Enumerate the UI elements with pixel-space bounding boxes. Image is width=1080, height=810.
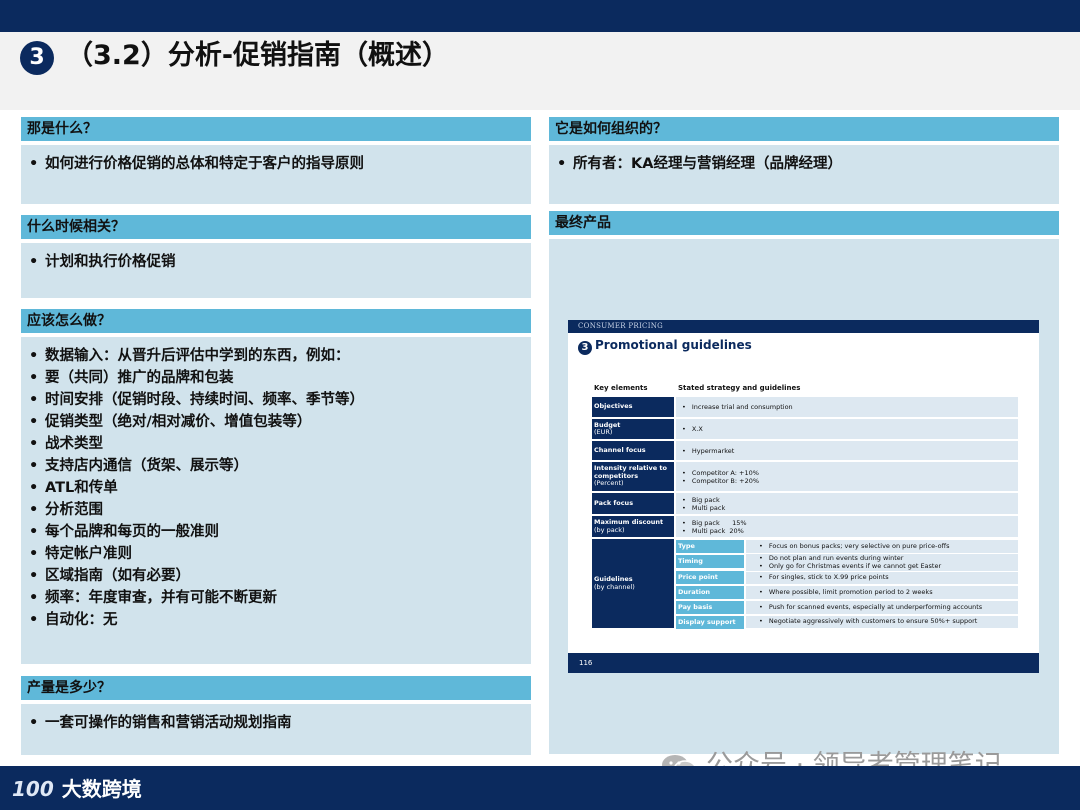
when-list: 计划和执行价格促销 (21, 243, 531, 273)
slide-title-text: Promotional guidelines (595, 338, 752, 352)
list-item: 分析范围 (29, 499, 523, 521)
list-item: 计划和执行价格促销 (29, 251, 523, 273)
final-header: 最终产品 (549, 211, 1059, 235)
list-item: 所有者：KA经理与营销经理（品牌经理） (557, 153, 1051, 175)
output-box: 一套可操作的销售和营销活动规划指南 (21, 704, 531, 755)
key-cell: Budget (EUR) (592, 419, 674, 439)
promo-guidelines-slide: CONSUMER PRICING 3 Promotional guidelines… (568, 320, 1039, 673)
guideline-value: Where possible, limit promotion period t… (746, 586, 1018, 599)
key-cell: Pack focus (592, 493, 674, 514)
what-box: 如何进行价格促销的总体和特定于客户的指导原则 (21, 145, 531, 204)
list-item: 频率：年度审查，并有可能不断更新 (29, 587, 523, 609)
value-cell: Competitor A: +10% Competitor B: +20% (676, 462, 1018, 491)
guideline-value: Negotiate aggressively with customers to… (746, 616, 1018, 628)
guideline-label: Display support (676, 616, 744, 629)
list-item: 支持店内通信（货架、展示等） (29, 455, 523, 477)
when-header: 什么时候相关？ (21, 215, 531, 239)
guideline-value: Push for scanned events, especially at u… (746, 601, 1018, 614)
how-header: 应该怎么做？ (21, 309, 531, 333)
list-item: 如何进行价格促销的总体和特定于客户的指导原则 (29, 153, 523, 175)
list-item: 时间安排（促销时段、持续时间、频率、季节等） (29, 389, 523, 411)
what-list: 如何进行价格促销的总体和特定于客户的指导原则 (21, 145, 531, 175)
slide-page-number: 116 (568, 653, 1039, 673)
org-box: 所有者：KA经理与营销经理（品牌经理） (549, 145, 1059, 204)
top-banner (0, 0, 1080, 32)
key-cell: Objectives (592, 397, 674, 417)
slide-top-label: CONSUMER PRICING (568, 320, 1039, 333)
slide-title: 3 Promotional guidelines (578, 337, 752, 355)
value-cell: X.X (676, 419, 1018, 439)
section-number-badge: 3 (20, 41, 54, 75)
key-cell: Maximum discount (by pack) (592, 516, 674, 537)
list-item: 一套可操作的销售和营销活动规划指南 (29, 712, 523, 734)
list-item: 区域指南（如有必要） (29, 565, 523, 587)
value-cell: Big pack 15% Multi pack 20% (676, 516, 1018, 537)
value-cell: Hypermarket (676, 441, 1018, 460)
brand-logo: 100 (12, 777, 54, 801)
bottom-banner (0, 766, 1080, 810)
key-cell: Intensity relative to competitors (Percen… (592, 462, 674, 491)
key-cell: Guidelines (by channel) (592, 539, 674, 628)
value-cell: Big pack Multi pack (676, 493, 1018, 514)
brand-name: 大数跨境 (61, 777, 142, 801)
footer-brand: 100 大数跨境 (12, 775, 142, 803)
how-box: 数据输入：从晋升后评估中学到的东西，例如： 要（共同）推广的品牌和包装 时间安排… (21, 337, 531, 664)
guideline-label: Type (676, 540, 744, 553)
list-item: 每个品牌和每页的一般准则 (29, 521, 523, 543)
when-box: 计划和执行价格促销 (21, 243, 531, 298)
guideline-value: Focus on bonus packs; very selective on … (746, 540, 1018, 553)
guideline-label: Duration (676, 586, 744, 599)
col-key-elements: Key elements (594, 384, 648, 392)
guideline-label: Price point (676, 571, 744, 584)
org-header: 它是如何组织的？ (549, 117, 1059, 141)
how-list: 数据输入：从晋升后评估中学到的东西，例如： 要（共同）推广的品牌和包装 时间安排… (21, 337, 531, 631)
guideline-label: Timing (676, 555, 744, 568)
list-item: 要（共同）推广的品牌和包装 (29, 367, 523, 389)
page-title: （3.2）分析-促销指南（概述） (66, 40, 450, 71)
list-item: 特定帐户准则 (29, 543, 523, 565)
value-cell: Increase trial and consumption (676, 397, 1018, 417)
guideline-value: Do not plan and run events during winter… (746, 554, 1018, 571)
list-item: 数据输入：从晋升后评估中学到的东西，例如： (29, 345, 523, 367)
list-item: 战术类型 (29, 433, 523, 455)
what-header: 那是什么？ (21, 117, 531, 141)
key-cell: Channel focus (592, 441, 674, 460)
list-item: 促销类型（绝对/相对减价、增值包装等） (29, 411, 523, 433)
slide-number-badge: 3 (578, 341, 592, 355)
list-item: ATL和传单 (29, 477, 523, 499)
list-item: 自动化：无 (29, 609, 523, 631)
col-strategy: Stated strategy and guidelines (678, 384, 801, 392)
guideline-label: Pay basis (676, 601, 744, 614)
org-list: 所有者：KA经理与营销经理（品牌经理） (549, 145, 1059, 175)
output-header: 产量是多少？ (21, 676, 531, 700)
output-list: 一套可操作的销售和营销活动规划指南 (21, 704, 531, 734)
guideline-value: For singles, stick to X.99 price points (746, 572, 1018, 584)
